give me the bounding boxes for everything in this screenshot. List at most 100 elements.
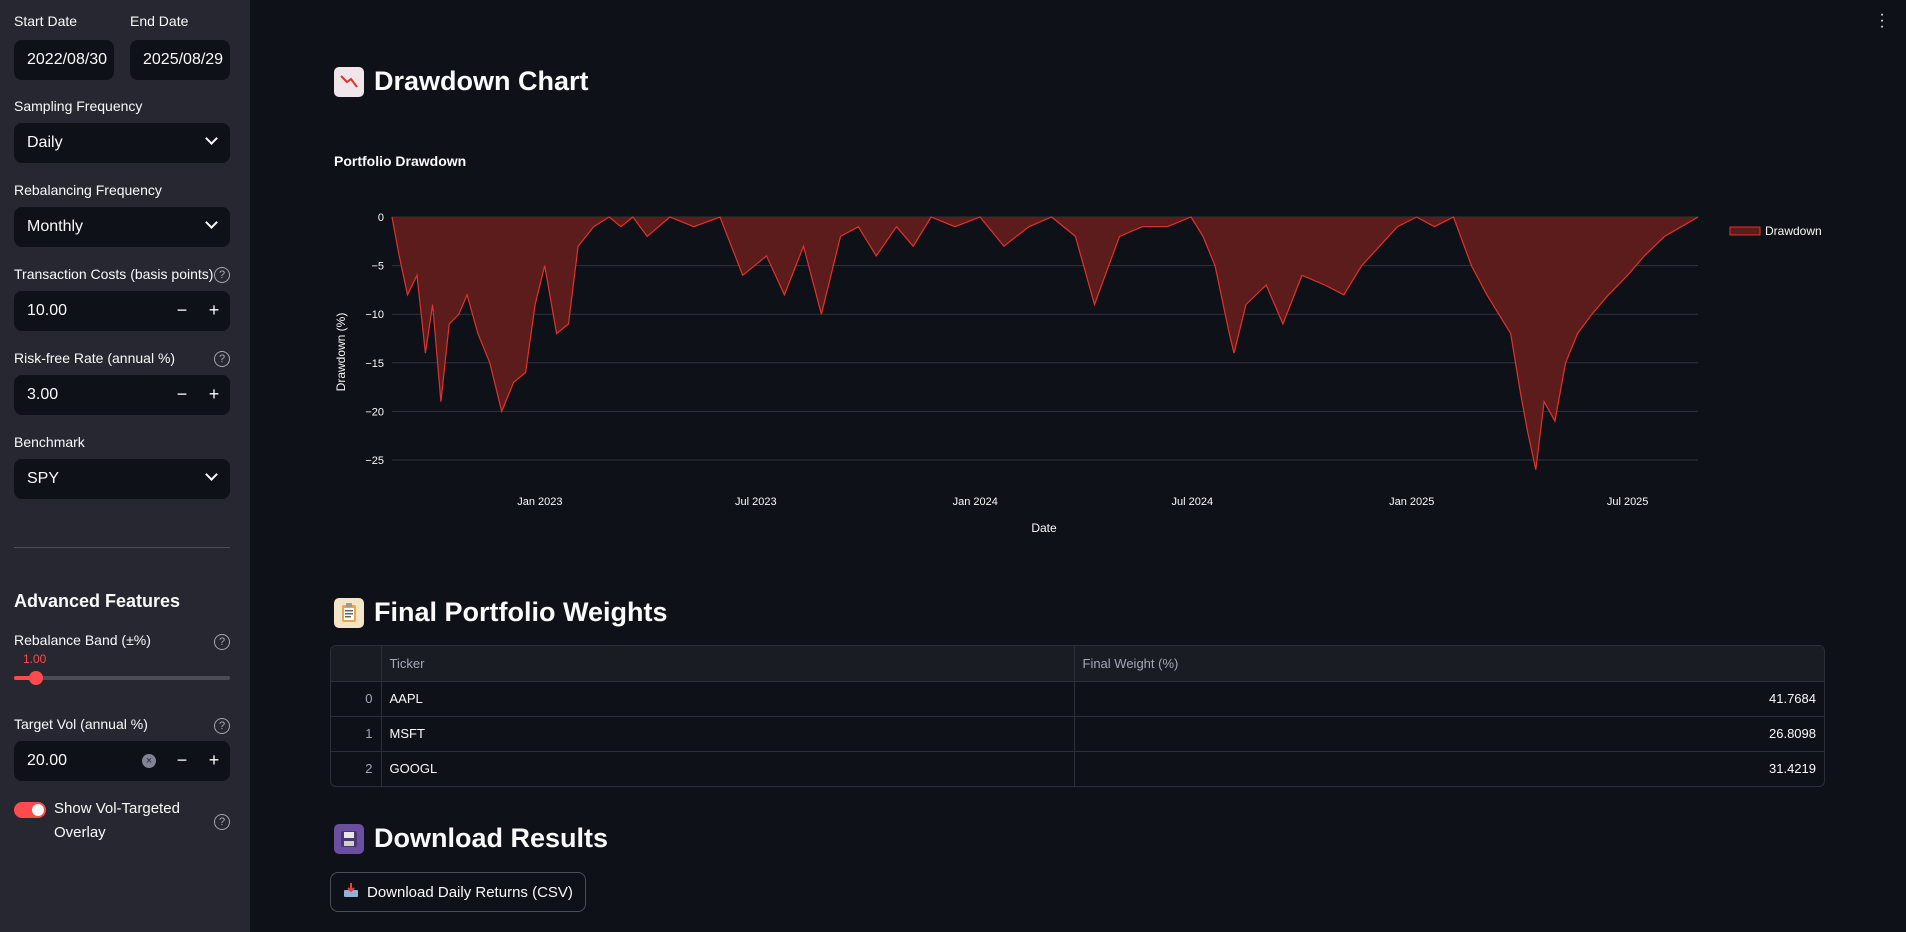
- help-icon[interactable]: ?: [214, 634, 230, 650]
- column-header-ticker[interactable]: Ticker: [381, 646, 1075, 682]
- help-icon[interactable]: ?: [214, 351, 230, 367]
- vol-overlay-label-line2: Overlay: [54, 824, 106, 841]
- clipboard-icon: [334, 597, 364, 628]
- x-tick-label: Jan 2023: [517, 496, 562, 508]
- inbox-tray-icon: [343, 882, 359, 902]
- x-tick-label: Jan 2024: [953, 496, 998, 508]
- x-tick-label: Jul 2024: [1172, 496, 1214, 508]
- column-header-index[interactable]: [331, 646, 382, 682]
- decrement-button[interactable]: −: [166, 291, 198, 331]
- transaction-costs-label: Transaction Costs (basis points): [14, 266, 214, 282]
- rebalance-band-value: 1.00: [23, 652, 47, 666]
- x-tick-label: Jul 2023: [735, 496, 777, 508]
- drawdown-heading: Drawdown Chart: [334, 66, 589, 97]
- x-axis-label: Date: [1031, 521, 1057, 535]
- sampling-frequency-select[interactable]: Daily: [14, 123, 230, 163]
- advanced-features-heading: Advanced Features: [14, 591, 181, 611]
- table-row[interactable]: 1 MSFT 26.8098: [331, 716, 1824, 752]
- weights-heading: Final Portfolio Weights: [334, 597, 668, 628]
- start-date-input[interactable]: 2022/08/30: [14, 40, 114, 80]
- download-csv-button[interactable]: Download Daily Returns (CSV): [330, 872, 586, 912]
- rebalancing-frequency-select[interactable]: Monthly: [14, 207, 230, 247]
- table-row[interactable]: 2 GOOGL 31.4219: [331, 751, 1824, 786]
- chart-decreasing-icon: [334, 66, 364, 97]
- app-root: Start Date 2022/08/30 End Date 2025/08/2…: [0, 0, 1906, 932]
- x-tick-label: Jan 2025: [1389, 496, 1434, 508]
- download-csv-button-label: Download Daily Returns (CSV): [367, 883, 573, 901]
- y-axis-ticks: 0 −5 −10 −15 −20 −25: [365, 212, 384, 467]
- y-tick-label: −5: [371, 261, 384, 273]
- rebalancing-frequency-value: Monthly: [27, 218, 84, 235]
- main-menu-icon[interactable]: · · ·: [1878, 7, 1886, 35]
- sidebar-divider: [14, 547, 230, 548]
- transaction-costs-value: 10.00: [27, 302, 68, 319]
- help-icon[interactable]: ?: [214, 267, 230, 283]
- row-index: 1: [331, 716, 382, 752]
- start-date-label: Start Date: [14, 13, 78, 29]
- legend-label: Drawdown: [1765, 224, 1822, 238]
- legend-swatch: [1729, 226, 1761, 236]
- target-vol-label: Target Vol (annual %): [14, 716, 148, 732]
- end-date-input[interactable]: 2025/08/29: [130, 40, 230, 80]
- sidebar: Start Date 2022/08/30 End Date 2025/08/2…: [0, 0, 250, 932]
- weights-heading-text: Final Portfolio Weights: [374, 597, 668, 627]
- increment-button[interactable]: +: [198, 741, 230, 781]
- ticker-cell[interactable]: AAPL: [381, 681, 1075, 717]
- weight-cell[interactable]: 26.8098: [1074, 716, 1824, 752]
- y-tick-label: 0: [378, 212, 384, 224]
- rebalance-band-slider[interactable]: [14, 671, 230, 685]
- chevron-down-icon: [205, 468, 218, 481]
- sampling-frequency-label: Sampling Frequency: [14, 98, 143, 114]
- floppy-disk-icon: [334, 823, 364, 854]
- transaction-costs-input[interactable]: 10.00 − +: [14, 291, 230, 331]
- chart-legend[interactable]: Drawdown: [1729, 224, 1822, 238]
- sampling-frequency-value: Daily: [27, 134, 63, 151]
- rebalancing-frequency-label: Rebalancing Frequency: [14, 182, 162, 198]
- download-heading: Download Results: [334, 823, 608, 854]
- chart-title: Portfolio Drawdown: [334, 153, 466, 169]
- benchmark-select[interactable]: SPY: [14, 459, 230, 499]
- increment-button[interactable]: +: [198, 291, 230, 331]
- increment-button[interactable]: +: [198, 375, 230, 415]
- drawdown-chart: Portfolio Drawdown 0 −5 −10 −15 −20 −25 Jan 2…: [334, 153, 1822, 535]
- benchmark-label: Benchmark: [14, 434, 85, 450]
- vol-overlay-toggle[interactable]: [14, 802, 46, 818]
- rebalance-band-label: Rebalance Band (±%): [14, 632, 151, 648]
- vol-overlay-label-line1: Show Vol-Targeted: [54, 800, 180, 817]
- drawdown-heading-text: Drawdown Chart: [374, 66, 589, 96]
- help-icon[interactable]: ?: [214, 718, 230, 734]
- drawdown-area: [392, 217, 1698, 470]
- row-index: 0: [331, 681, 382, 717]
- clear-icon[interactable]: ×: [142, 754, 156, 768]
- y-tick-label: −20: [365, 406, 384, 418]
- toggle-knob: [32, 804, 44, 816]
- x-axis-ticks: Jan 2023 Jul 2023 Jan 2024 Jul 2024 Jan 2025…: [517, 496, 1648, 508]
- slider-thumb[interactable]: [28, 671, 43, 685]
- target-vol-input[interactable]: 20.00 × − +: [14, 741, 230, 781]
- decrement-button[interactable]: −: [166, 741, 198, 781]
- chevron-down-icon: [205, 132, 218, 145]
- x-tick-label: Jul 2025: [1607, 496, 1649, 508]
- main-content: · · · Drawdown Chart Portfolio Drawdown 0 −…: [250, 0, 1906, 932]
- y-tick-label: −25: [365, 455, 384, 467]
- y-axis-label: Drawdown (%): [334, 313, 348, 392]
- y-tick-label: −10: [365, 309, 384, 321]
- help-icon[interactable]: ?: [214, 814, 230, 830]
- y-tick-label: −15: [365, 358, 384, 370]
- benchmark-value: SPY: [27, 470, 60, 487]
- weight-cell[interactable]: 41.7684: [1074, 681, 1824, 717]
- weights-table[interactable]: Ticker Final Weight (%) 0 AAPL 41.7684 1…: [330, 645, 1825, 787]
- target-vol-value: 20.00: [27, 752, 68, 769]
- ticker-cell[interactable]: MSFT: [381, 716, 1075, 752]
- row-index: 2: [331, 751, 382, 786]
- decrement-button[interactable]: −: [166, 375, 198, 415]
- table-row[interactable]: 0 AAPL 41.7684: [331, 681, 1824, 717]
- column-header-weight[interactable]: Final Weight (%): [1074, 646, 1824, 682]
- risk-free-rate-input[interactable]: 3.00 − +: [14, 375, 230, 415]
- download-heading-text: Download Results: [374, 823, 609, 853]
- risk-free-rate-value: 3.00: [27, 386, 59, 403]
- chevron-down-icon: [205, 216, 218, 229]
- table-header-row: Ticker Final Weight (%): [331, 646, 1824, 682]
- weight-cell[interactable]: 31.4219: [1074, 751, 1824, 786]
- ticker-cell[interactable]: GOOGL: [381, 751, 1075, 786]
